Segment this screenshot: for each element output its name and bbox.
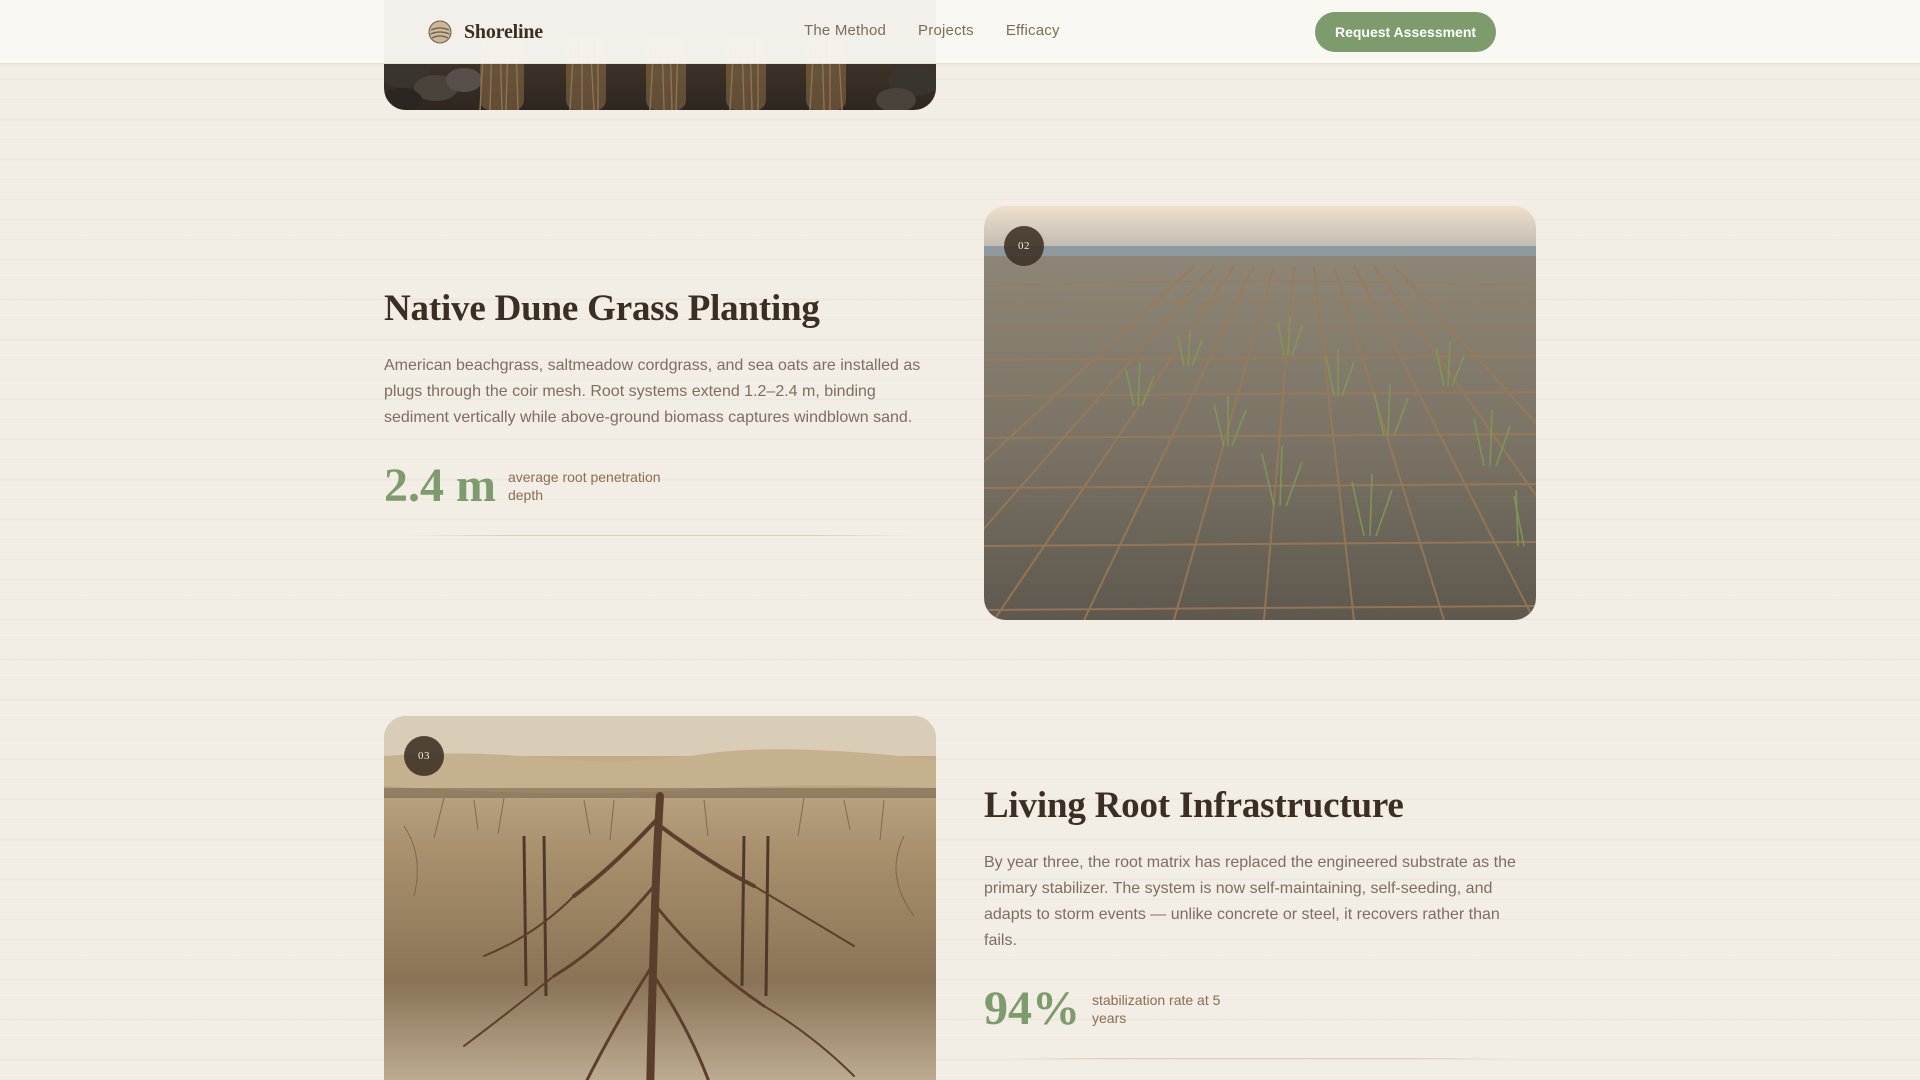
brand-logo-link[interactable]: Shoreline bbox=[428, 20, 543, 44]
stat-stabilization-rate: 94% stabilization rate at 5 years bbox=[984, 983, 1252, 1035]
dune-grass-mesh-image bbox=[984, 206, 1536, 620]
root-cross-section-image bbox=[384, 716, 936, 1080]
stat-label: average root penetration depth bbox=[507, 469, 661, 503]
stat-value: 94% bbox=[984, 982, 1080, 1035]
brand-name: Shoreline bbox=[464, 20, 543, 43]
main-nav: The Method Projects Efficacy bbox=[804, 22, 1060, 39]
section-divider bbox=[1004, 1058, 1516, 1059]
section-title-dune-grass: Native Dune Grass Planting bbox=[384, 288, 820, 329]
page: Shoreline The Method Projects Efficacy R… bbox=[0, 0, 1920, 1080]
section-divider bbox=[404, 535, 916, 536]
stat-value: 2.4 m bbox=[384, 459, 496, 512]
section-body-dune-grass: American beachgrass, saltmeadow cordgras… bbox=[384, 357, 921, 426]
step-badge: 02 bbox=[1004, 226, 1044, 266]
request-assessment-button[interactable]: Request Assessment bbox=[1315, 12, 1496, 52]
nav-link-efficacy[interactable]: Efficacy bbox=[1006, 22, 1060, 39]
stat-label: stabilization rate at 5 years bbox=[1092, 992, 1221, 1026]
nav-link-the-method[interactable]: The Method bbox=[804, 22, 886, 39]
shell-logo-icon bbox=[428, 20, 452, 44]
section-body-living-root: By year three, the root matrix has repla… bbox=[984, 854, 1516, 949]
step-badge: 03 bbox=[404, 736, 444, 776]
site-header: Shoreline The Method Projects Efficacy R… bbox=[0, 0, 1920, 64]
nav-link-projects[interactable]: Projects bbox=[918, 22, 974, 39]
section-title-living-root: Living Root Infrastructure bbox=[984, 785, 1404, 826]
stat-root-depth: 2.4 m average root penetration depth bbox=[384, 460, 668, 512]
